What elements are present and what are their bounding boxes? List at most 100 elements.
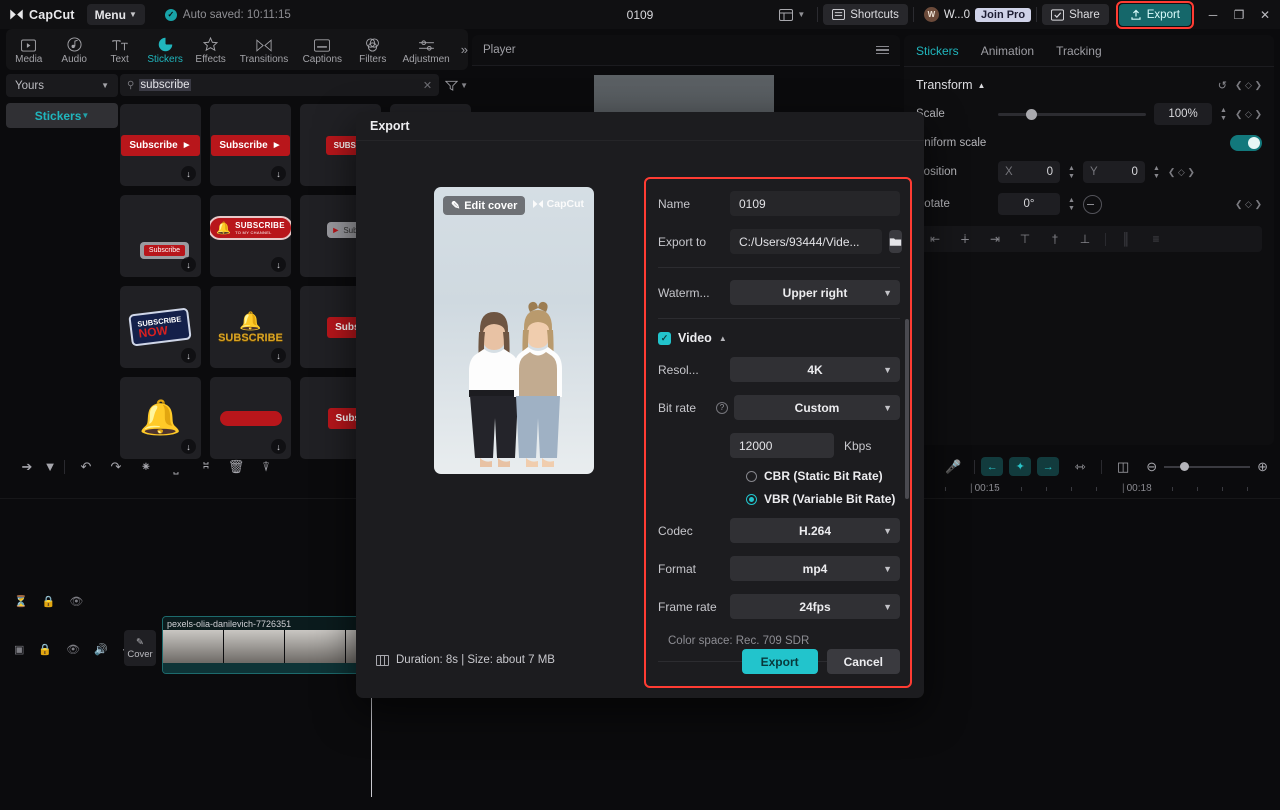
settings-scrollbar[interactable]: [905, 319, 909, 499]
trim-left-icon[interactable]: ⎵: [161, 459, 191, 475]
export-confirm-button[interactable]: Export: [742, 649, 818, 674]
player-menu-icon[interactable]: [876, 46, 889, 55]
record-voice-icon[interactable]: 🎤: [938, 459, 968, 475]
tool-text[interactable]: Text: [97, 35, 142, 65]
keyframe-control[interactable]: ❮ ◇ ❯: [1235, 199, 1262, 210]
trim-right-icon[interactable]: ⎶: [191, 459, 221, 475]
video-checkbox[interactable]: ✓: [658, 332, 671, 345]
sticker-cell[interactable]: 🔔 SUBSCRIBE ↓: [210, 286, 291, 368]
maximize-button[interactable]: ❐: [1226, 0, 1252, 29]
lock-icon[interactable]: 🔒: [38, 643, 52, 656]
tab-tracking[interactable]: Tracking: [1056, 44, 1102, 66]
codec-select[interactable]: H.264 ▼: [730, 518, 900, 543]
align-top-icon[interactable]: ⊤: [1012, 232, 1038, 246]
position-y-stepper[interactable]: ▲▼: [1153, 165, 1160, 180]
export-button[interactable]: Export: [1119, 4, 1191, 26]
download-icon[interactable]: ↓: [181, 348, 196, 363]
name-input[interactable]: 0109: [730, 191, 900, 216]
chevron-down-icon[interactable]: ▼: [42, 459, 58, 474]
slider-handle[interactable]: [1180, 462, 1189, 471]
more-tools-button[interactable]: »: [461, 42, 468, 57]
eye-icon[interactable]: 👁: [66, 643, 80, 656]
edit-cover-button[interactable]: ✎ Edit cover: [443, 196, 525, 215]
layout-button[interactable]: ▼: [772, 9, 812, 21]
download-icon[interactable]: ↓: [271, 166, 286, 181]
zoom-out-icon[interactable]: ⊖: [1146, 459, 1157, 475]
mirror-icon[interactable]: ⍒: [251, 459, 281, 475]
sticker-cell[interactable]: Subscribe► ↓: [210, 104, 291, 186]
scale-stepper[interactable]: ▲▼: [1220, 107, 1227, 122]
sticker-cell[interactable]: Subscribe► ↓: [120, 104, 201, 186]
position-x-stepper[interactable]: ▲▼: [1068, 165, 1075, 180]
export-path-input[interactable]: C:/Users/93444/Vide...: [730, 229, 882, 254]
tool-captions[interactable]: Captions: [295, 35, 350, 65]
cbr-radio[interactable]: [746, 471, 757, 482]
tab-animation[interactable]: Animation: [981, 44, 1034, 66]
snap-icon[interactable]: ⇿: [1065, 459, 1095, 475]
lock-icon[interactable]: 🔒: [42, 595, 56, 608]
align-center-horizontal-icon[interactable]: ∔: [952, 232, 978, 246]
align-left-icon[interactable]: ⇤: [922, 232, 948, 246]
framerate-select[interactable]: 24fps ▼: [730, 594, 900, 619]
keyframe-control[interactable]: ❮ ◇ ❯: [1235, 80, 1262, 91]
zoom-slider[interactable]: [1164, 466, 1250, 468]
reset-icon[interactable]: ↺: [1218, 79, 1227, 92]
align-center-vertical-icon[interactable]: †: [1042, 232, 1068, 246]
redo-icon[interactable]: ↷: [101, 459, 131, 475]
slider-handle[interactable]: [1026, 109, 1037, 120]
align-bottom-icon[interactable]: ⊥: [1072, 232, 1098, 246]
distribute-vertical-icon[interactable]: ≡: [1143, 232, 1169, 246]
sticker-cell[interactable]: 🔔 ↓: [120, 377, 201, 459]
split-icon[interactable]: ⁕: [131, 459, 161, 475]
distribute-horizontal-icon[interactable]: ║: [1113, 232, 1139, 246]
fit-timeline-icon[interactable]: ◫: [1108, 459, 1138, 475]
scale-value[interactable]: 100%: [1154, 103, 1212, 125]
download-icon[interactable]: ↓: [271, 348, 286, 363]
bitrate-select[interactable]: Custom ▼: [734, 395, 900, 420]
uniform-scale-toggle[interactable]: [1230, 135, 1262, 151]
position-x-input[interactable]: X 0: [998, 161, 1060, 183]
share-button[interactable]: Share: [1042, 4, 1109, 25]
zoom-in-icon[interactable]: ⊕: [1257, 459, 1268, 475]
sticker-cell[interactable]: SUBSCRIBE NOW ↓: [120, 286, 201, 368]
minimize-button[interactable]: ─: [1200, 0, 1226, 29]
close-button[interactable]: ✕: [1252, 0, 1278, 29]
tool-media[interactable]: Media: [6, 35, 51, 65]
search-input[interactable]: ⚲ subscribe ✕: [120, 74, 439, 96]
shortcuts-button[interactable]: Shortcuts: [823, 4, 908, 25]
menu-button[interactable]: Menu ▼: [87, 4, 145, 25]
volume-icon[interactable]: 🔊: [94, 643, 108, 656]
yours-dropdown[interactable]: Yours ▼: [6, 74, 118, 97]
tool-filters[interactable]: Filters: [350, 35, 395, 65]
bitrate-number-input[interactable]: 12000: [730, 433, 834, 458]
tool-adjustment[interactable]: Adjustmen: [395, 35, 456, 65]
sticker-cell[interactable]: 🔔 SUBSCRIBETO MY CHANNEL ↓: [210, 195, 291, 277]
delete-icon[interactable]: 🗑: [221, 459, 251, 475]
stickers-dropdown[interactable]: Stickers ▼: [6, 103, 118, 128]
keyframe-add-icon[interactable]: ✦: [1009, 457, 1031, 476]
transform-title[interactable]: Transform ▲: [916, 78, 985, 92]
resolution-select[interactable]: 4K ▼: [730, 357, 900, 382]
clear-search-icon[interactable]: ✕: [423, 79, 432, 92]
select-tool-icon[interactable]: ➔: [12, 459, 42, 475]
join-pro-button[interactable]: Join Pro: [975, 8, 1031, 22]
tool-stickers[interactable]: Stickers: [142, 35, 187, 65]
browse-folder-button[interactable]: [889, 230, 902, 253]
position-y-input[interactable]: Y 0: [1083, 161, 1145, 183]
vbr-option[interactable]: VBR (Variable Bit Rate): [658, 492, 900, 506]
watermark-select[interactable]: Upper right ▼: [730, 280, 900, 305]
rotate-input[interactable]: 0°: [998, 193, 1060, 215]
download-icon[interactable]: ↓: [181, 257, 196, 272]
clock-icon[interactable]: ⏳: [14, 595, 28, 608]
tool-effects[interactable]: Effects: [188, 35, 233, 65]
sticker-cell[interactable]: Subscribe ↓: [120, 195, 201, 277]
format-select[interactable]: mp4 ▼: [730, 556, 900, 581]
undo-icon[interactable]: ↶: [71, 459, 101, 475]
vbr-radio[interactable]: [746, 494, 757, 505]
tool-transitions[interactable]: Transitions: [233, 35, 294, 65]
cover-button[interactable]: ✎ Cover: [124, 630, 156, 666]
keyframe-control[interactable]: ❮ ◇ ❯: [1168, 167, 1195, 178]
scale-slider[interactable]: [998, 113, 1146, 116]
info-icon[interactable]: ?: [716, 402, 728, 414]
video-section-header[interactable]: ✓ Video ▲: [658, 331, 900, 345]
